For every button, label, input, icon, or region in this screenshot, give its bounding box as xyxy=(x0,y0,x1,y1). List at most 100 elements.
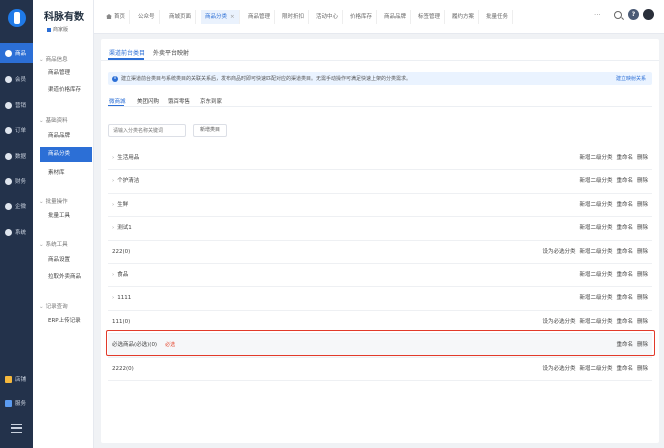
required-tag: 必选 xyxy=(165,342,176,349)
row-action-link[interactable]: 设为必选分类 xyxy=(542,366,575,372)
row-action-link[interactable]: 重命名 xyxy=(616,225,633,231)
category-name-cell: › 生鲜 xyxy=(112,194,128,217)
category-name-cell: › 1111 xyxy=(112,287,131,310)
row-action-link[interactable]: 删除 xyxy=(637,178,648,184)
tab-mall-pages[interactable]: 商城页面 xyxy=(165,10,197,24)
row-action-link[interactable]: 新增二级分类 xyxy=(579,155,612,161)
search-icon[interactable] xyxy=(614,11,622,19)
expand-chevron-icon[interactable]: › xyxy=(112,155,114,161)
row-action-link[interactable]: 设为必选分类 xyxy=(542,319,575,325)
row-action-link[interactable]: 新增二级分类 xyxy=(579,295,612,301)
expand-chevron-icon[interactable]: › xyxy=(112,178,114,184)
row-action-link[interactable]: 重命名 xyxy=(616,178,633,184)
info-icon: i xyxy=(112,75,118,82)
rail-item-finance[interactable]: 财务 xyxy=(0,171,33,191)
rail-item-system[interactable]: 系统 xyxy=(0,222,33,242)
create-mapping-link[interactable]: 建立映射关系 xyxy=(616,75,646,82)
sidebar-item-category[interactable]: 商品分类 xyxy=(40,147,92,162)
service-icon xyxy=(5,399,12,407)
row-action-link[interactable]: 重命名 xyxy=(616,272,633,278)
sidebar-item-channel-price[interactable]: 渠道价格库存 xyxy=(40,83,92,98)
table-row: › 食品 新增二级分类 重命名 删除 xyxy=(108,264,652,288)
row-action-link[interactable]: 重命名 xyxy=(616,319,633,325)
expand-chevron-icon[interactable]: › xyxy=(112,295,114,301)
close-icon[interactable]: × xyxy=(230,14,235,20)
rail-item-member[interactable]: 会员 xyxy=(0,69,33,89)
tab-fulfillment[interactable]: 履约方案 xyxy=(448,10,480,24)
tab-goods-brand[interactable]: 商品品牌 xyxy=(380,10,412,24)
sidebar-item-pull-takeout[interactable]: 拉取外卖商品 xyxy=(40,270,92,285)
row-action-link[interactable]: 重命名 xyxy=(616,366,633,372)
row-action-link[interactable]: 删除 xyxy=(637,295,648,301)
rail-item-wecom[interactable]: 企微 xyxy=(0,196,33,216)
row-action-link[interactable]: 重命名 xyxy=(616,295,633,301)
row-action-link[interactable]: 重命名 xyxy=(616,202,633,208)
rail-item-label: 企微 xyxy=(15,204,27,210)
tab-official-account[interactable]: 公众号 xyxy=(134,10,160,24)
expand-chevron-icon[interactable]: › xyxy=(112,225,114,231)
row-action-link[interactable]: 删除 xyxy=(637,155,648,161)
sidebar-group-records[interactable]: 记录查询 xyxy=(39,302,68,310)
tab-channel-category[interactable]: 渠道前台类目 xyxy=(109,48,145,57)
row-action-link[interactable]: 新增二级分类 xyxy=(579,366,612,372)
expand-chevron-icon[interactable]: › xyxy=(112,202,114,208)
tab-price-stock[interactable]: 价格库存 xyxy=(346,10,378,24)
row-action-link[interactable]: 删除 xyxy=(637,225,648,231)
row-action-link[interactable]: 重命名 xyxy=(616,249,633,255)
tab-activity-center[interactable]: 活动中心 xyxy=(312,10,344,24)
more-tabs-icon[interactable]: ··· xyxy=(594,11,601,19)
help-icon[interactable]: ? xyxy=(628,9,639,20)
sidebar-group-basic[interactable]: 基础资料 xyxy=(39,116,68,124)
row-action-link[interactable]: 新增二级分类 xyxy=(579,272,612,278)
sidebar-group-system-tools[interactable]: 系统工具 xyxy=(39,240,68,248)
tab-batch-task[interactable]: 批量任务 xyxy=(482,10,514,24)
table-row: › 1111 新增二级分类 重命名 删除 xyxy=(108,287,652,311)
sidebar-item-goods-settings[interactable]: 商品设置 xyxy=(40,253,92,268)
row-action-link[interactable]: 删除 xyxy=(637,202,648,208)
row-action-link[interactable]: 设为必选分类 xyxy=(542,249,575,255)
row-action-link[interactable]: 新增二级分类 xyxy=(579,225,612,231)
tab-goods-category[interactable]: 商品分类 × xyxy=(201,10,240,24)
row-action-link[interactable]: 新增二级分类 xyxy=(579,249,612,255)
rail-item-label: 财务 xyxy=(15,179,27,185)
top-tab-bar: 首页 公众号 商城页面 商品分类 × 商品管理 限时折扣 活动中心 价格库存 商品… xyxy=(94,0,664,34)
channel-tab-ebai[interactable]: 饿百零售 xyxy=(168,97,190,105)
tab-flash-discount[interactable]: 限时折扣 xyxy=(278,10,310,24)
row-action-link[interactable]: 删除 xyxy=(637,249,648,255)
sidebar-group-batch[interactable]: 批量操作 xyxy=(39,197,68,205)
channel-tab-jddj[interactable]: 京东到家 xyxy=(200,97,222,105)
avatar[interactable] xyxy=(643,9,654,20)
tab-tag-manage[interactable]: 标签管理 xyxy=(414,10,446,24)
row-action-link[interactable]: 删除 xyxy=(637,272,648,278)
channel-tab-micromall[interactable]: 微商城 xyxy=(109,97,126,105)
category-search-input[interactable] xyxy=(108,124,186,137)
rail-item-goods[interactable]: 商品 xyxy=(0,43,33,63)
rail-item-orders[interactable]: 订单 xyxy=(0,120,33,140)
row-action-link[interactable]: 新增二级分类 xyxy=(579,319,612,325)
row-action-link[interactable]: 删除 xyxy=(637,342,648,348)
tab-goods-manage[interactable]: 商品管理 xyxy=(244,10,276,24)
rail-item-data[interactable]: 数据 xyxy=(0,146,33,166)
menu-collapse-icon[interactable] xyxy=(11,424,22,433)
tab-home[interactable]: 首页 xyxy=(102,10,131,24)
rail-item-service[interactable]: 服务 xyxy=(0,393,33,413)
sidebar-item-goods-manage[interactable]: 商品管理 xyxy=(40,66,92,81)
channel-tab-meituan[interactable]: 美团闪购 xyxy=(137,97,159,105)
tab-takeout-mapping[interactable]: 外卖平台映射 xyxy=(153,48,189,57)
row-action-link[interactable]: 删除 xyxy=(637,366,648,372)
info-notice: i 建立渠道前台类目与系统类目的关联关系后，发布商品时即可快速匹配对应的渠道类目… xyxy=(108,72,652,85)
rail-item-marketing[interactable]: 营销 xyxy=(0,95,33,115)
row-action-link[interactable]: 新增二级分类 xyxy=(579,178,612,184)
row-action-link[interactable]: 删除 xyxy=(637,319,648,325)
row-action-link[interactable]: 重命名 xyxy=(616,342,633,348)
sidebar-item-brand[interactable]: 商品品牌 xyxy=(40,129,92,144)
expand-chevron-icon[interactable]: › xyxy=(112,272,114,278)
rail-item-store[interactable]: 店铺 xyxy=(0,369,33,389)
sidebar-item-batch-tool[interactable]: 批量工具 xyxy=(40,209,92,224)
add-category-button[interactable]: 新增类目 xyxy=(193,124,227,137)
sidebar-group-goods-info[interactable]: 商品信息 xyxy=(39,55,68,63)
sidebar-item-material[interactable]: 素材库 xyxy=(40,166,92,181)
row-action-link[interactable]: 重命名 xyxy=(616,155,633,161)
row-action-link[interactable]: 新增二级分类 xyxy=(579,202,612,208)
sidebar-item-erp-log[interactable]: ERP上传记录 xyxy=(40,314,92,329)
